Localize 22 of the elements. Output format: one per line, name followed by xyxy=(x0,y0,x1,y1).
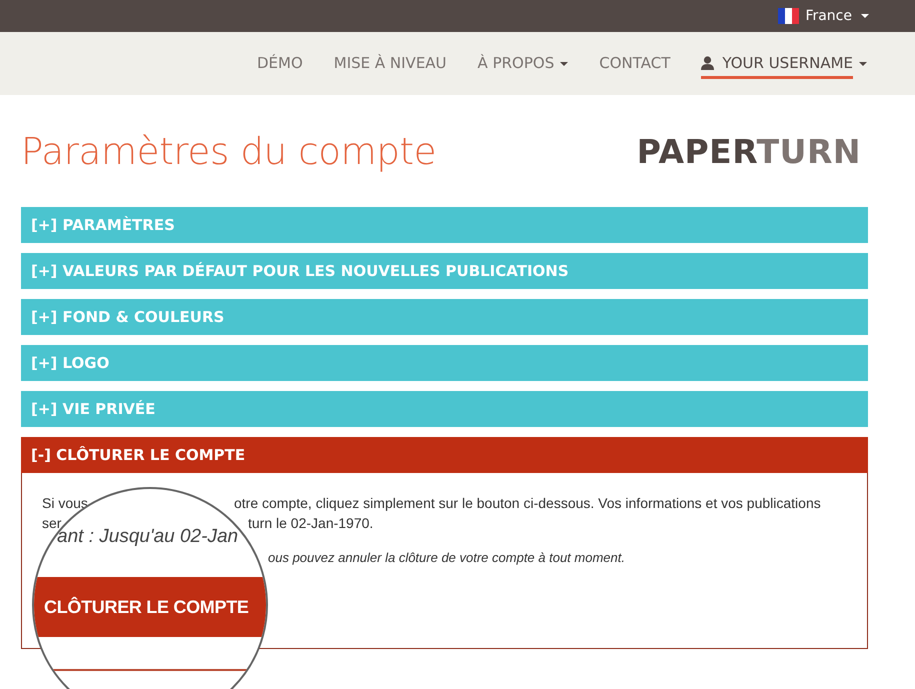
accordion-header[interactable]: [+] PARAMÈTRES xyxy=(21,207,868,243)
accordion-header[interactable]: [+] FOND & COULEURS xyxy=(21,299,868,335)
nav-link[interactable]: À PROPOS xyxy=(478,48,554,79)
flag-icon xyxy=(778,8,800,24)
accordion-header[interactable]: [+] VIE PRIVÉE xyxy=(21,391,868,427)
accordion-header[interactable]: [-] CLÔTURER LE COMPTE xyxy=(21,437,868,473)
caret-icon xyxy=(861,14,869,18)
user-menu[interactable]: YOUR USERNAME xyxy=(701,48,853,79)
accordion-header[interactable]: [+] VALEURS PAR DÉFAUT POUR LES NOUVELLES PUBLICATIONS xyxy=(21,253,868,289)
nav-link[interactable]: CONTACT xyxy=(599,48,670,79)
accordion-header[interactable]: [+] LOGO xyxy=(21,345,868,381)
close-account-button[interactable]: CLÔTURER LE COMPTE xyxy=(34,577,266,637)
page-title: Paramètres du compte xyxy=(21,130,436,172)
language-selector[interactable]: France xyxy=(778,8,869,24)
user-icon xyxy=(701,56,714,70)
paragraph-text: Si vous xyxy=(42,494,89,513)
paragraph-text: otre compte, cliquez simplement sur le bouton ci-dessous. Vos informations et vos publications xyxy=(234,494,822,513)
nav-link[interactable]: DÉMO xyxy=(256,48,303,79)
nav-link[interactable]: MISE À NIVEAU xyxy=(334,48,447,79)
note-text: ous pouvez annuler la clôture de votre compte à tout moment. xyxy=(268,550,625,565)
paragraph-text: turn le 02-Jan-1970. xyxy=(248,514,374,533)
logo: PAPERTURN xyxy=(636,132,861,170)
